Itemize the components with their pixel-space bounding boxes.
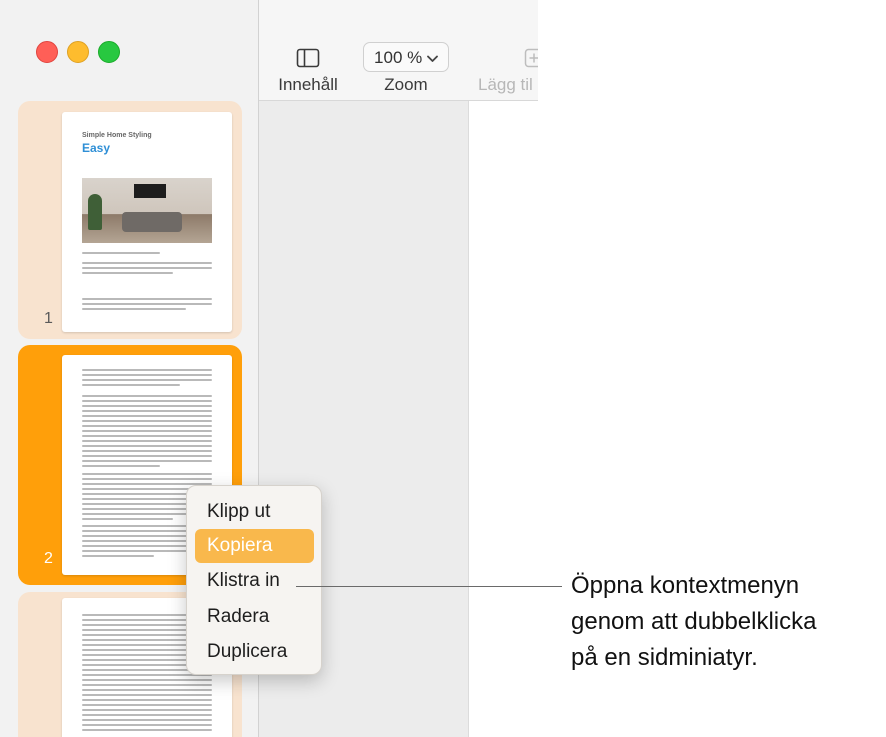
document-page[interactable] — [468, 101, 538, 737]
zoom-select[interactable]: 100 % — [363, 42, 449, 72]
add-page-button[interactable]: Lägg til — [478, 48, 538, 95]
zoom-label: Zoom — [384, 75, 428, 94]
photo-wall-art — [134, 184, 166, 198]
callout-text: Öppna kontextmenyn genom att dubbelklick… — [571, 568, 881, 676]
menu-item-paste[interactable]: Klistra in — [195, 564, 314, 598]
menu-item-cut[interactable]: Klipp ut — [195, 495, 314, 529]
chevron-down-icon — [427, 55, 438, 62]
thumbnail-title: Simple Home Styling — [82, 132, 152, 139]
menu-item-delete[interactable]: Radera — [195, 600, 314, 634]
thumbnail-text-lines — [82, 395, 212, 470]
zoom-control[interactable]: 100 % Zoom — [360, 42, 452, 95]
content-view-button[interactable]: Innehåll — [275, 48, 341, 95]
callout-line-2: genom att dubbelklicka — [571, 608, 817, 635]
thumbnail-text-lines — [82, 298, 212, 313]
add-icon — [524, 48, 538, 68]
thumbnail-text-lines — [82, 369, 212, 389]
menu-item-duplicate[interactable]: Duplicera — [195, 635, 314, 669]
thumbnail-text-lines — [82, 262, 212, 277]
page-number-2: 2 — [44, 550, 53, 567]
page-number-1: 1 — [44, 310, 53, 327]
maximize-window-button[interactable] — [98, 41, 120, 63]
context-menu: Klipp ut Kopiera Klistra in Radera Dupli… — [186, 485, 322, 675]
minimize-window-button[interactable] — [67, 41, 89, 63]
thumbnail-subtitle: Easy — [82, 141, 111, 155]
zoom-value: 100 % — [374, 48, 423, 67]
thumbnail-caption-lines — [82, 252, 212, 257]
menu-item-copy[interactable]: Kopiera — [195, 529, 314, 563]
thumbnail-photo — [82, 178, 212, 243]
toolbar: Innehåll 100 % Zoom Lägg til — [259, 0, 538, 101]
callout-line-1: Öppna kontextmenyn — [571, 572, 800, 599]
callout-line-3: på en sidminiatyr. — [571, 644, 758, 671]
content-label: Innehåll — [278, 75, 338, 94]
photo-couch — [122, 212, 182, 232]
photo-plant — [88, 194, 102, 230]
page-thumbnail-1[interactable]: Simple Home Styling Easy — [62, 112, 232, 332]
sidebar-icon — [296, 48, 320, 68]
callout-line — [296, 586, 562, 587]
add-label: Lägg til — [478, 75, 533, 94]
close-window-button[interactable] — [36, 41, 58, 63]
